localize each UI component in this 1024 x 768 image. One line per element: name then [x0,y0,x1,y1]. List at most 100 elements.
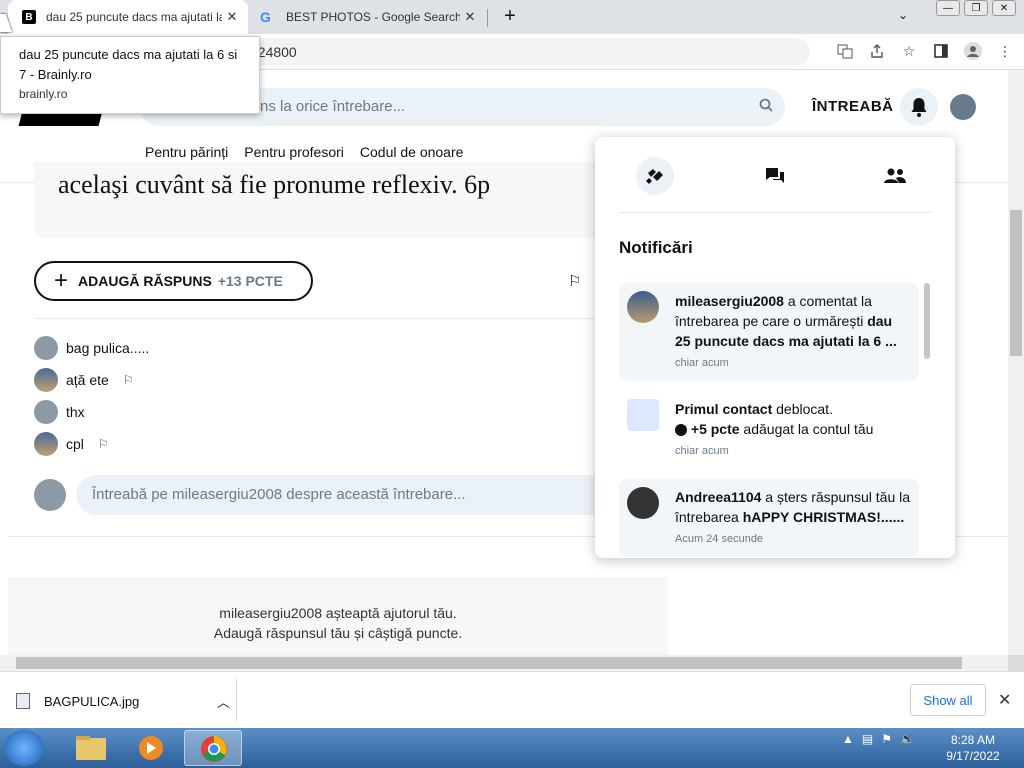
notification-points-suffix: adăugat la contul tău [739,421,874,437]
new-tab-button[interactable]: + [499,6,521,28]
tab-brainly[interactable]: B dau 25 puncute dacs ma ajutati la 6 si… [8,0,248,34]
explorer-taskbar-icon[interactable] [62,730,120,766]
network-icon[interactable]: ▤ [862,732,873,746]
show-all-button[interactable]: Show all [910,684,986,716]
media-player-taskbar-icon[interactable] [122,730,180,766]
waiting-line-1: mileasergiu2008 așteaptă ajutorul tău. [219,605,457,621]
ask-question-button[interactable]: ÎNTREABĂ [812,98,894,115]
notification-avatar [627,291,659,323]
image-file-icon [16,693,30,709]
tooltip-title: dau 25 puncute dacs ma ajutati la 6 si 7… [19,47,238,82]
notification-avatar [627,487,659,519]
side-panel-icon[interactable] [930,40,952,62]
search-icon[interactable] [759,88,773,126]
tab-separator [487,9,488,27]
translate-icon[interactable] [834,40,856,62]
tab-messages[interactable] [756,157,794,195]
comment-item: bag pulica..... [34,336,149,360]
browser-tabstrip: B dau 25 puncute dacs ma ajutati la 6 si… [0,0,1024,34]
window-controls: — ❐ ✕ [936,0,1016,20]
flag-icon[interactable]: ⚐ [98,437,109,451]
question-text: acelaşi cuvânt să fie pronume reflexiv. … [58,170,491,199]
bell-icon [911,98,927,117]
windows-taskbar: ▲ ▤ ⚑ 🔈 8:28 AM 9/17/2022 [0,728,1024,768]
profile-icon[interactable] [962,40,984,62]
minimize-button[interactable]: — [936,0,960,16]
add-answer-button[interactable]: + ADAUGĂ RĂSPUNS +13 PCTE [34,261,313,301]
bookmark-star-icon[interactable]: ☆ [898,40,920,62]
notification-time: chiar acum [675,445,729,457]
flag-icon[interactable]: ⚐ [123,373,134,387]
notifications-panel: Notificări mileasergiu2008 a comentat la… [595,137,955,558]
notifications-scrollbar[interactable] [924,283,930,359]
notification-item[interactable]: Andreea1104 a șters răspunsul tău la înt… [619,479,919,557]
waiting-for-answer-box: mileasergiu2008 așteaptă ajutorul tău. A… [8,577,668,655]
share-icon[interactable] [866,40,888,62]
download-filename: BAGPULICA.jpg [44,693,140,709]
menu-kebab-icon[interactable]: ⋮ [994,40,1016,62]
volume-icon[interactable]: 🔈 [900,732,915,746]
start-button[interactable] [4,730,44,766]
tab-search-chevron-icon[interactable]: ⌄ [898,8,908,22]
tab-title: dau 25 puncute dacs ma ajutati la 6 si 7… [46,10,222,24]
close-tab-icon[interactable]: ✕ [460,9,480,25]
comment-input[interactable]: Întreabă pe mileasergiu2008 despre aceas… [76,475,616,515]
close-download-bar-icon[interactable]: ✕ [998,690,1011,710]
notification-user: Andreea1104 [675,489,762,505]
points-coin-icon [675,424,687,437]
subnav-parents[interactable]: Pentru părinți [145,144,228,160]
tab-title: BEST PHOTOS - Google Search [286,10,460,24]
commenter-avatar[interactable] [34,336,58,360]
clock-time: 8:28 AM [950,733,996,747]
comment-text: ață ete [66,372,109,388]
download-item[interactable]: BAGPULICA.jpg ︿ [16,682,236,720]
comment-item: cpl ⚐ [34,432,109,456]
notifications-bell-button[interactable] [900,88,938,126]
notification-text: deblocat. [772,401,833,417]
flag-tray-icon[interactable]: ⚑ [881,732,892,746]
notification-item[interactable]: mileasergiu2008 a comentat la întrebarea… [619,283,919,381]
vertical-scrollbar-track[interactable] [1008,70,1024,655]
notification-item[interactable]: Primul contact deblocat. +5 pcte adăugat… [619,391,919,469]
tab-google-search[interactable]: G BEST PHOTOS - Google Search ✕ [250,0,486,34]
vertical-scrollbar-thumb[interactable] [1010,210,1022,356]
fist-bump-icon [646,169,663,184]
subnav-honor-code[interactable]: Codul de onoare [360,144,464,160]
clock-date: 9/17/2022 [946,749,1000,763]
commenter-avatar[interactable] [34,432,58,456]
notification-time: Acum 24 secunde [675,533,764,545]
restore-button[interactable]: ❐ [964,0,988,16]
chrome-taskbar-icon[interactable] [184,730,242,766]
plus-icon: + [54,267,69,294]
subnav-teachers[interactable]: Pentru profesori [244,144,344,160]
commenter-avatar[interactable] [34,368,58,392]
tab-notifications[interactable] [636,157,674,195]
notification-points: +5 pcte [690,421,740,437]
add-answer-label: ADAUGĂ RĂSPUNS [78,273,212,289]
notifications-tabs [619,157,931,213]
tab-friends[interactable] [876,157,914,195]
notification-target: hAPPY CHRISTMAS!...... [742,509,905,525]
comment-item: thx [34,400,85,424]
download-separator [236,678,237,722]
mouse-cursor [0,14,12,32]
add-answer-points: +13 PCTE [217,273,283,289]
toolbar-icons: ☆ ⋮ [834,40,1016,62]
horizontal-scrollbar-thumb[interactable] [16,657,962,669]
report-flag-icon[interactable]: ⚐ [568,272,581,290]
comment-input-row: Întreabă pe mileasergiu2008 despre aceas… [34,475,616,515]
notification-user: Primul contact [675,401,773,417]
close-tab-icon[interactable]: ✕ [222,9,242,25]
tray-expand-icon[interactable]: ▲ [842,732,854,746]
notifications-list: mileasergiu2008 a comentat la întrebarea… [619,283,923,558]
close-window-button[interactable]: ✕ [992,0,1016,16]
notification-user: mileasergiu2008 [675,293,784,309]
commenter-avatar[interactable] [34,400,58,424]
scrollbar-corner [1008,655,1024,671]
notification-time: chiar acum [675,357,729,369]
current-user-avatar [34,479,66,511]
chevron-up-icon[interactable]: ︿ [217,692,230,711]
comment-text: bag pulica..... [66,340,150,356]
system-clock[interactable]: 8:28 AM 9/17/2022 [940,732,1006,764]
user-avatar[interactable] [950,94,976,120]
